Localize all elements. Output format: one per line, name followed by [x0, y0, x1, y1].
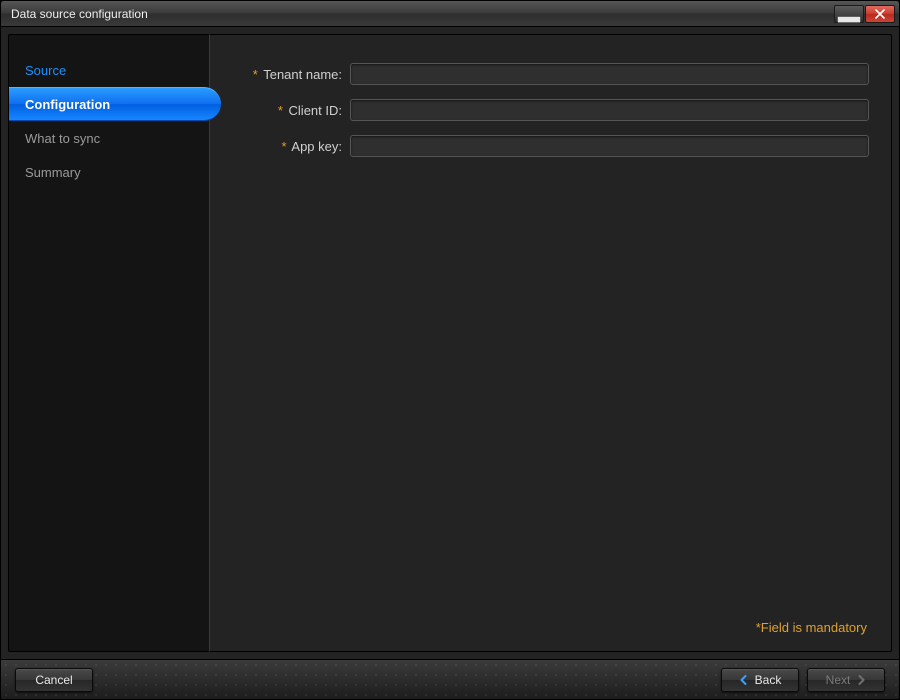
close-button[interactable]	[865, 5, 895, 23]
dialog-window: Data source configuration Source Configu…	[0, 0, 900, 700]
back-button[interactable]: Back	[721, 668, 799, 692]
form-row-client-id: * Client ID:	[232, 95, 869, 125]
tenant-name-input[interactable]	[350, 63, 869, 85]
app-key-input[interactable]	[350, 135, 869, 157]
button-label: Cancel	[35, 673, 72, 687]
required-marker: *	[278, 103, 283, 118]
chevron-right-icon	[856, 675, 866, 685]
titlebar: Data source configuration	[1, 1, 899, 27]
field-label-client-id: * Client ID:	[232, 103, 342, 118]
next-button[interactable]: Next	[807, 668, 885, 692]
form-row-tenant-name: * Tenant name:	[232, 59, 869, 89]
window-title: Data source configuration	[11, 7, 148, 21]
dialog-body: Source Configuration What to sync Summar…	[1, 27, 899, 659]
form-row-app-key: * App key:	[232, 131, 869, 161]
close-icon	[875, 9, 885, 19]
wizard-sidebar: Source Configuration What to sync Summar…	[8, 34, 210, 652]
sidebar-item-label: What to sync	[25, 131, 100, 146]
sidebar-item-summary[interactable]: Summary	[9, 155, 209, 189]
mandatory-note: *Field is mandatory	[756, 620, 867, 635]
sidebar-item-label: Summary	[25, 165, 81, 180]
client-id-input[interactable]	[350, 99, 869, 121]
sidebar-item-source[interactable]: Source	[9, 53, 209, 87]
dialog-footer: Cancel Back Next	[1, 659, 899, 699]
required-marker: *	[253, 67, 258, 82]
minimize-icon	[835, 0, 863, 28]
field-label-tenant-name: * Tenant name:	[232, 67, 342, 82]
sidebar-item-configuration[interactable]: Configuration	[9, 87, 221, 121]
sidebar-item-label: Configuration	[25, 97, 110, 112]
field-label-text: App key:	[291, 139, 342, 154]
sidebar-item-label: Source	[25, 63, 66, 78]
chevron-left-icon	[739, 675, 749, 685]
button-label: Back	[755, 673, 782, 687]
field-label-text: Tenant name:	[263, 67, 342, 82]
sidebar-item-what-to-sync[interactable]: What to sync	[9, 121, 209, 155]
required-marker: *	[281, 139, 286, 154]
form-panel: * Tenant name: * Client ID: * App key:	[210, 34, 892, 652]
minimize-button[interactable]	[834, 5, 864, 23]
button-label: Next	[826, 673, 851, 687]
field-label-app-key: * App key:	[232, 139, 342, 154]
field-label-text: Client ID:	[289, 103, 342, 118]
cancel-button[interactable]: Cancel	[15, 668, 93, 692]
